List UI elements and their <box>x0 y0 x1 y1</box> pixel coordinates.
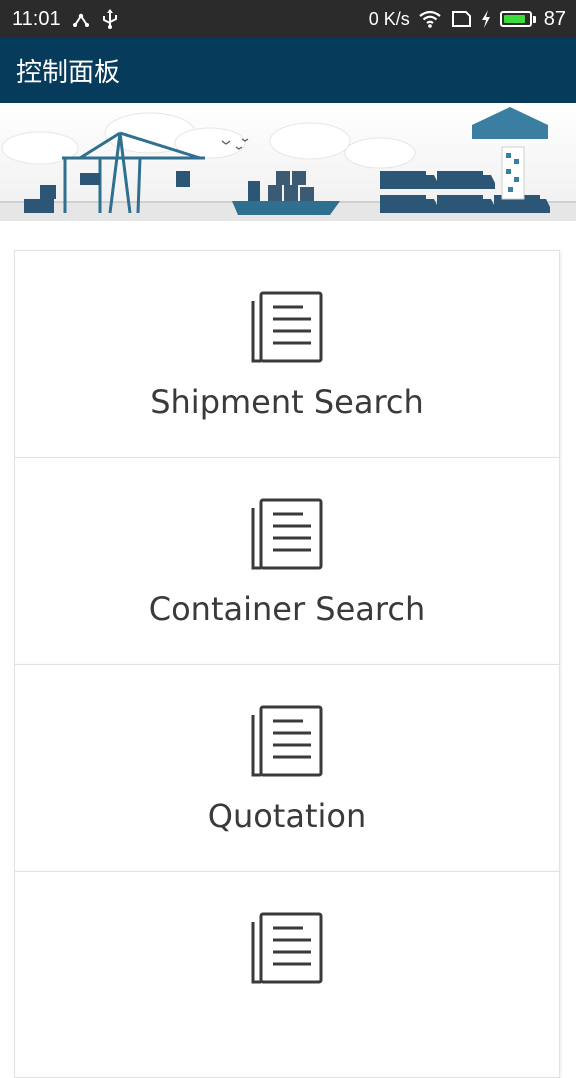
charging-icon <box>480 9 492 29</box>
port-banner <box>0 103 576 221</box>
container-search-button[interactable]: Container Search <box>14 457 560 664</box>
sim-icon <box>450 10 472 28</box>
document-list-icon <box>251 498 323 570</box>
usb-share-icon <box>71 9 91 29</box>
quotation-button[interactable]: Quotation <box>14 664 560 871</box>
shipment-search-button[interactable]: Shipment Search <box>14 250 560 457</box>
wifi-icon <box>418 9 442 29</box>
document-list-icon <box>251 912 323 984</box>
status-time: 11:01 <box>12 7 61 30</box>
menu-item-label: Shipment Search <box>150 383 424 421</box>
usb-icon <box>101 8 119 30</box>
document-list-icon <box>251 291 323 363</box>
port-illustration <box>0 107 576 221</box>
menu-item-label: Container Search <box>148 590 426 628</box>
page-title: 控制面板 <box>16 57 121 87</box>
menu-list: Shipment Search Container Search Quotati… <box>14 250 560 1078</box>
network-speed: 0 K/s <box>368 8 410 29</box>
status-right: 0 K/s 87 <box>369 8 566 31</box>
battery-icon <box>499 11 536 27</box>
battery-level: 87 <box>543 7 566 30</box>
menu-item-4-button[interactable] <box>14 871 560 1078</box>
app-bar: 控制面板 <box>0 38 576 103</box>
document-list-icon <box>251 705 323 777</box>
status-bar: 11:01 0 K/s 87 <box>0 0 576 38</box>
status-left: 11:01 <box>12 8 119 31</box>
menu-item-label: Quotation <box>207 797 367 835</box>
